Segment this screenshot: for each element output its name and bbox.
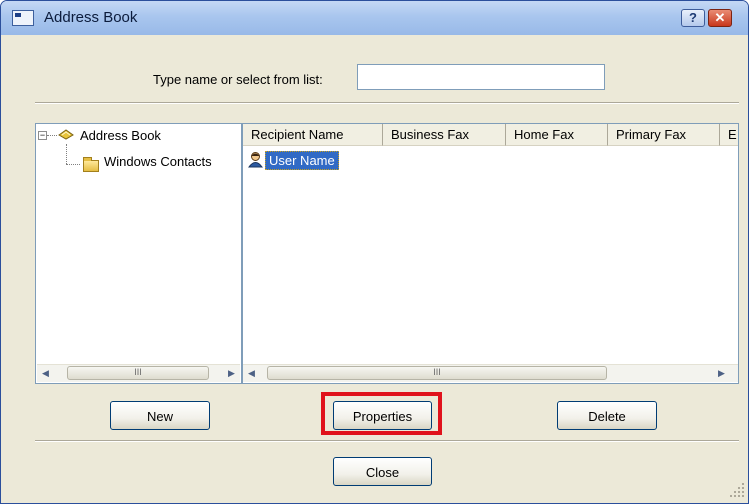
tree-horizontal-scrollbar[interactable]: ◀ III ▶ (37, 364, 240, 382)
list-horizontal-scrollbar[interactable]: ◀ III ▶ (243, 364, 738, 382)
address-book-app-icon (12, 10, 34, 26)
window-title: Address Book (44, 9, 138, 26)
dialog-body: Type name or select from list: − Address… (1, 35, 748, 503)
resize-grip-icon[interactable] (728, 481, 746, 499)
tree-connector (66, 144, 67, 164)
properties-highlight-box (321, 392, 442, 435)
contact-person-icon (248, 152, 263, 168)
top-separator (35, 102, 739, 104)
tree-connector (47, 135, 57, 136)
tree-item-windows-contacts[interactable]: Windows Contacts (104, 154, 212, 169)
search-label: Type name or select from list: (153, 72, 323, 87)
recipients-list[interactable]: Recipient Name Business Fax Home Fax Pri… (242, 123, 739, 384)
address-book-icon (58, 129, 74, 140)
column-header-business-fax[interactable]: Business Fax (383, 124, 506, 146)
column-header-recipient-name[interactable]: Recipient Name (243, 124, 383, 146)
scroll-thumb[interactable]: III (267, 366, 607, 380)
help-button[interactable]: ? (681, 9, 705, 27)
scroll-left-arrow-icon[interactable]: ◀ (37, 365, 54, 382)
column-header-email[interactable]: E (720, 124, 738, 146)
scroll-thumb[interactable]: III (67, 366, 209, 380)
column-header-home-fax[interactable]: Home Fax (506, 124, 608, 146)
address-book-window: Address Book ? ✕ Type name or select fro… (0, 0, 749, 504)
bottom-separator (35, 440, 739, 442)
column-header-primary-fax[interactable]: Primary Fax (608, 124, 720, 146)
recipient-name-cell[interactable]: User Name (265, 151, 339, 170)
new-button[interactable]: New (110, 401, 210, 430)
scroll-left-arrow-icon[interactable]: ◀ (243, 365, 260, 382)
search-input[interactable] (357, 64, 605, 90)
close-button[interactable]: Close (333, 457, 432, 486)
folder-icon (83, 157, 99, 172)
delete-button[interactable]: Delete (557, 401, 657, 430)
scroll-right-arrow-icon[interactable]: ▶ (223, 365, 240, 382)
tree-item-address-book[interactable]: Address Book (80, 128, 161, 143)
title-bar[interactable]: Address Book ? ✕ (1, 1, 748, 35)
window-close-button[interactable]: ✕ (708, 9, 732, 27)
tree-connector (66, 164, 80, 165)
scroll-right-arrow-icon[interactable]: ▶ (713, 365, 730, 382)
collapse-toggle[interactable]: − (38, 131, 47, 140)
address-book-tree[interactable]: − Address Book Windows Contacts ◀ III ▶ (35, 123, 242, 384)
